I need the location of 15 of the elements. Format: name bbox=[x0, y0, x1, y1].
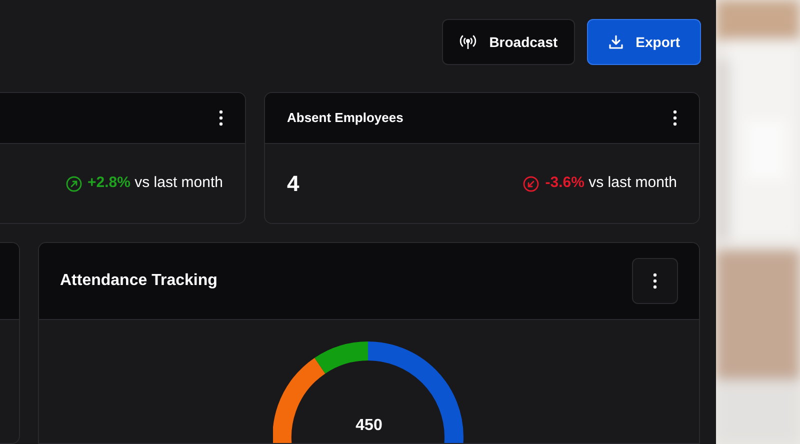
broadcast-icon bbox=[459, 35, 478, 49]
broadcast-button[interactable]: Broadcast bbox=[442, 19, 575, 65]
more-icon[interactable] bbox=[673, 110, 677, 126]
card-title: Attendance Tracking bbox=[60, 271, 218, 291]
change-text: +2.8% vs last month bbox=[88, 173, 223, 194]
change-text: -3.6% vs last month bbox=[545, 173, 677, 194]
stat-value: 4 bbox=[287, 170, 300, 198]
more-icon[interactable] bbox=[219, 110, 223, 126]
card-title: Absent Employees bbox=[287, 109, 404, 128]
donut-total: 450 bbox=[354, 416, 384, 436]
download-icon bbox=[608, 34, 624, 50]
more-icon[interactable] bbox=[653, 273, 657, 289]
trend-down-icon bbox=[523, 176, 540, 192]
export-button[interactable]: Export bbox=[586, 19, 701, 65]
trend-up-icon bbox=[66, 176, 82, 192]
